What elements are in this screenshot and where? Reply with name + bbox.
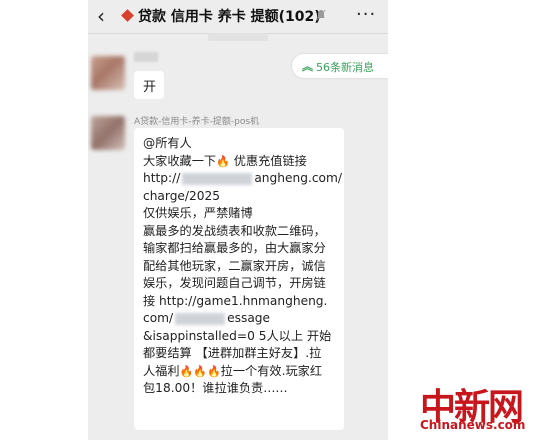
message-line: &isappinstalled=0 5人以上 开始 — [143, 328, 332, 343]
message-line: 仅供娱乐，严禁赌博 — [143, 206, 253, 220]
sender-name: A贷款-信用卡-养卡-提额-pos机 — [134, 117, 260, 127]
message-line: http://angheng.com/ — [143, 171, 342, 185]
redacted-url — [175, 312, 226, 325]
message-line: 包18.00！谁拉谁负责…… — [143, 381, 288, 395]
message-line: 配给其他玩家，二赢家开房，诚信 — [143, 258, 326, 273]
redacted-url — [182, 172, 253, 185]
chat-header: ‹ 贷款 信用卡 养卡 提额(102) ··· — [88, 0, 388, 34]
fire-icon: 🔥🔥🔥 — [179, 364, 221, 378]
message-text: 开 — [143, 80, 157, 95]
message-line: 接 http://game1.hnmangheng. — [143, 293, 328, 308]
message-line: 输家都扫给赢最多的，由大赢家分 — [143, 241, 326, 255]
fire-icon: 🔥 — [216, 154, 230, 168]
diamond-icon — [121, 9, 134, 22]
double-chevron-up-icon: ︽ — [302, 60, 313, 73]
message-bubble[interactable]: 开 — [134, 71, 164, 99]
timestamp-blurred — [208, 33, 268, 41]
message-line: charge/2025 — [143, 188, 221, 203]
chat-screen: ‹ 贷款 信用卡 养卡 提额(102) ··· 开 ︽ 56条新消息 A贷款-信… — [88, 0, 388, 440]
avatar[interactable] — [91, 116, 125, 150]
new-messages-label: 56条新消息 — [316, 61, 374, 74]
message-line: @所有人 — [143, 136, 192, 150]
watermark-site: Chinanews.com — [420, 418, 526, 432]
more-icon[interactable]: ··· — [356, 4, 376, 25]
avatar[interactable] — [91, 56, 125, 90]
message-line: 大家收藏一下🔥 优惠充值链接 — [143, 153, 338, 171]
back-icon[interactable]: ‹ — [97, 3, 105, 29]
message-line: com/essage — [143, 311, 271, 325]
message-bubble[interactable]: @所有人 大家收藏一下🔥 优惠充值链接 http://angheng.com/ … — [134, 128, 344, 430]
message-line: 赢最多的发战绩表和收款二维码， — [143, 223, 326, 238]
message-body: @所有人 大家收藏一下🔥 优惠充值链接 http://angheng.com/ … — [143, 135, 342, 398]
sender-name-blurred — [134, 52, 158, 62]
message-line: 娱乐，发现问题自己调节，开房链 — [143, 276, 326, 290]
chat-title: 贷款 信用卡 养卡 提额(102) — [138, 9, 321, 25]
message-line: 都要结算 【进群加群主好友】.拉 — [143, 346, 322, 360]
new-messages-button[interactable]: ︽ 56条新消息 — [292, 54, 388, 78]
mute-icon — [316, 9, 326, 21]
message-line: 人福利🔥🔥🔥拉一个有效.玩家红 — [143, 363, 338, 381]
